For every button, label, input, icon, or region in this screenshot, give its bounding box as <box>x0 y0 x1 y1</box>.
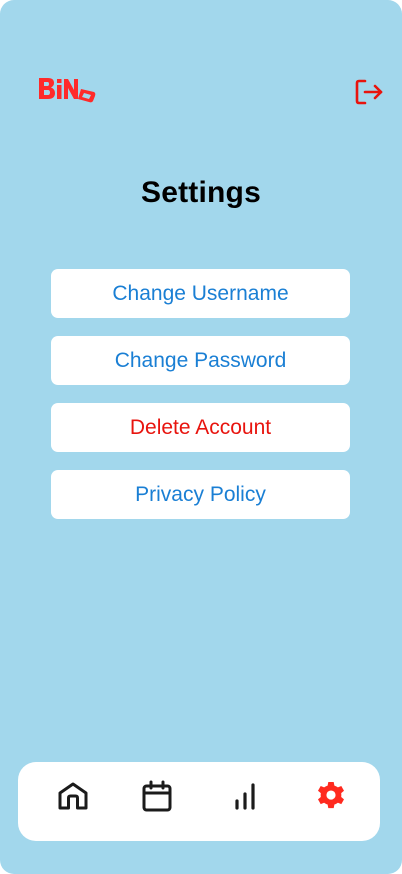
privacy-policy-button[interactable]: Privacy Policy <box>51 470 350 519</box>
bing-logo <box>38 76 98 104</box>
page-title: Settings <box>141 176 261 209</box>
gear-icon <box>318 782 344 809</box>
calendar-icon <box>142 780 172 812</box>
stats-icon <box>235 783 255 810</box>
home-icon <box>58 782 88 810</box>
change-username-label: Change Username <box>112 281 289 305</box>
settings-menu: Change Username Change Password Delete A… <box>51 269 350 537</box>
logout-button[interactable] <box>354 78 386 106</box>
logout-icon <box>355 79 383 105</box>
nav-home[interactable] <box>55 778 91 814</box>
change-password-button[interactable]: Change Password <box>51 336 350 385</box>
nav-calendar[interactable] <box>139 778 175 814</box>
change-username-button[interactable]: Change Username <box>51 269 350 318</box>
delete-account-button[interactable]: Delete Account <box>51 403 350 452</box>
delete-account-label: Delete Account <box>129 415 272 439</box>
privacy-policy-label: Privacy Policy <box>135 482 266 506</box>
settings-screen: Settings Change Username Change Password… <box>0 0 402 874</box>
nav-settings[interactable] <box>313 778 349 814</box>
change-password-label: Change Password <box>114 348 287 372</box>
bottom-nav <box>18 762 380 841</box>
nav-stats[interactable] <box>227 778 263 814</box>
